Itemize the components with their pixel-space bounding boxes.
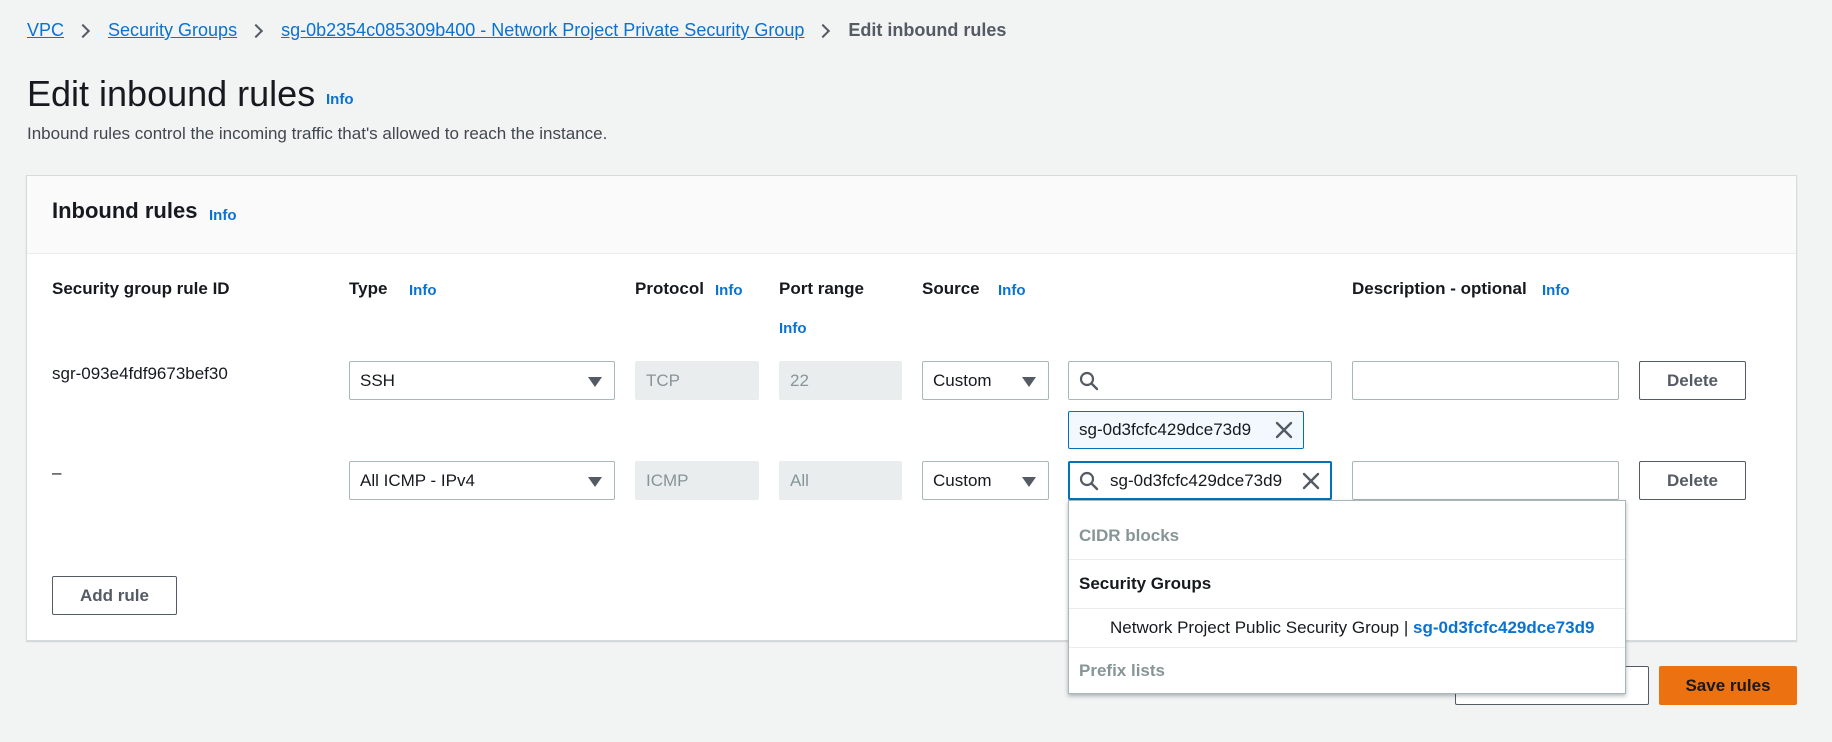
panel-title: Inbound rules <box>52 198 198 223</box>
divider <box>1069 647 1625 648</box>
port-range-field: All <box>779 461 902 500</box>
source-type-value: Custom <box>933 371 992 390</box>
dropdown-option-security-group[interactable]: Network Project Public Security Group | … <box>1110 618 1594 638</box>
type-select[interactable]: SSH <box>349 361 615 400</box>
rule-id-text: – <box>52 463 62 482</box>
type-select-value: SSH <box>360 371 395 390</box>
port-range-info-link[interactable]: Info <box>779 320 807 337</box>
panel-header <box>27 176 1796 254</box>
type-select-value: All ICMP - IPv4 <box>360 471 475 490</box>
save-rules-button[interactable]: Save rules <box>1659 666 1797 705</box>
option-id: sg-0d3fcfc429dce73d9 <box>1412 618 1595 637</box>
source-type-select[interactable]: Custom <box>922 361 1049 400</box>
caret-down-icon <box>1022 477 1036 487</box>
option-name: Network Project Public Security Group | <box>1110 618 1409 637</box>
panel-info-link[interactable]: Info <box>209 207 237 224</box>
divider <box>1069 559 1625 560</box>
divider <box>1069 608 1625 609</box>
protocol-field: ICMP <box>635 461 759 500</box>
source-token: sg-0d3fcfc429dce73d9 <box>1068 411 1304 449</box>
port-range-field: 22 <box>779 361 902 400</box>
add-rule-button[interactable]: Add rule <box>52 576 177 615</box>
page-info-link[interactable]: Info <box>326 91 354 108</box>
source-search-input[interactable] <box>1068 361 1332 400</box>
protocol-value: TCP <box>646 371 680 390</box>
dropdown-group-prefix-lists: Prefix lists <box>1079 661 1165 680</box>
rule-id-text: sgr-093e4fdf9673bef30 <box>52 364 228 383</box>
page-description: Inbound rules control the incoming traff… <box>27 124 608 143</box>
source-type-select[interactable]: Custom <box>922 461 1049 500</box>
protocol-field: TCP <box>635 361 759 400</box>
caret-down-icon <box>588 477 602 487</box>
column-header-port-range: Port range <box>779 279 865 298</box>
page-title: Edit inbound rules <box>27 73 316 114</box>
column-header-description: Description - optional <box>1352 279 1527 298</box>
source-type-value: Custom <box>933 471 992 490</box>
column-header-type: Type <box>349 279 388 298</box>
close-icon[interactable] <box>1275 421 1293 439</box>
column-header-protocol: Protocol <box>635 279 704 298</box>
port-range-value: All <box>790 471 809 490</box>
description-input[interactable] <box>1352 461 1619 500</box>
clear-icon[interactable] <box>1302 472 1320 490</box>
breadcrumb-vpc-link[interactable]: VPC <box>27 20 64 41</box>
source-info-link[interactable]: Info <box>998 282 1026 299</box>
delete-button[interactable]: Delete <box>1639 361 1746 400</box>
protocol-info-link[interactable]: Info <box>715 282 743 299</box>
caret-down-icon <box>1022 377 1036 387</box>
chevron-right-icon <box>249 23 264 38</box>
column-header-source: Source <box>922 279 980 298</box>
chevron-right-icon <box>816 23 831 38</box>
type-info-link[interactable]: Info <box>409 282 437 299</box>
breadcrumb: VPC Security Groups sg-0b2354c085309b400… <box>27 20 1006 41</box>
description-info-link[interactable]: Info <box>1542 282 1570 299</box>
source-search-input[interactable]: sg-0d3fcfc429dce73d9 <box>1068 461 1332 500</box>
breadcrumb-security-group-link[interactable]: sg-0b2354c085309b400 - Network Project P… <box>281 20 804 41</box>
source-dropdown: CIDR blocks Security Groups Network Proj… <box>1068 500 1626 694</box>
search-icon <box>1079 371 1099 391</box>
description-input[interactable] <box>1352 361 1619 400</box>
port-range-value: 22 <box>790 371 809 390</box>
column-header-rule-id: Security group rule ID <box>52 279 230 298</box>
breadcrumb-security-groups-link[interactable]: Security Groups <box>108 20 237 41</box>
chevron-right-icon <box>75 23 91 38</box>
protocol-value: ICMP <box>646 471 689 490</box>
type-select[interactable]: All ICMP - IPv4 <box>349 461 615 500</box>
source-search-value: sg-0d3fcfc429dce73d9 <box>1110 471 1283 490</box>
search-icon <box>1079 471 1099 491</box>
delete-button[interactable]: Delete <box>1639 461 1746 500</box>
breadcrumb-current: Edit inbound rules <box>848 20 1007 40</box>
source-token-label: sg-0d3fcfc429dce73d9 <box>1079 420 1252 439</box>
dropdown-group-cidr-blocks: CIDR blocks <box>1079 526 1180 545</box>
caret-down-icon <box>588 377 602 387</box>
dropdown-group-security-groups: Security Groups <box>1079 574 1212 593</box>
